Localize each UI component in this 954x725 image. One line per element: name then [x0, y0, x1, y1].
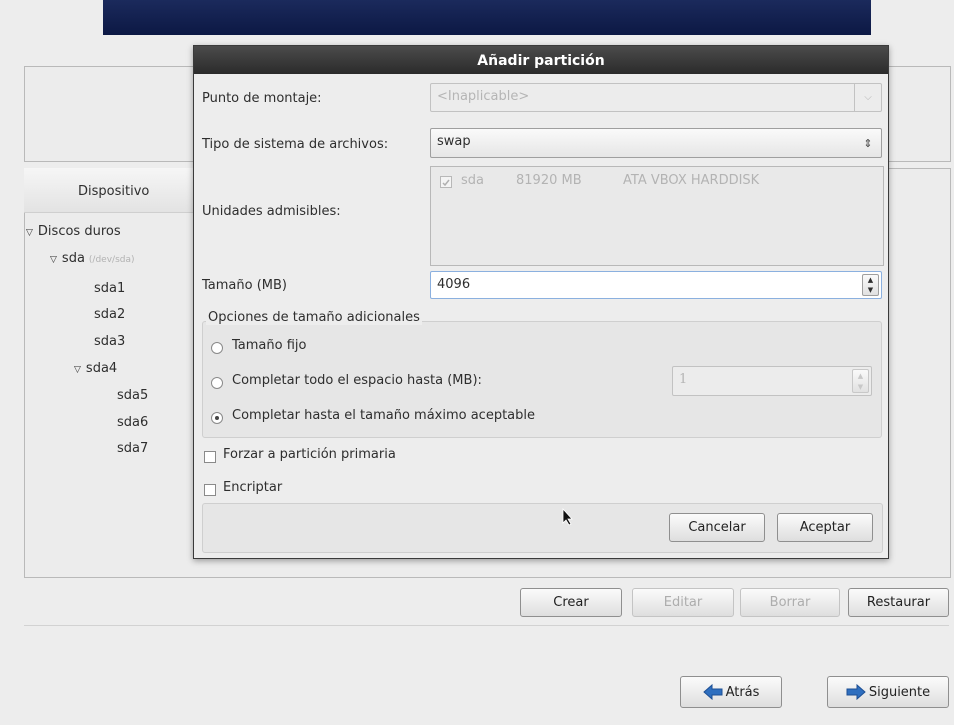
drives-list[interactable]: sda 81920 MB ATA VBOX HARDDISK — [430, 166, 884, 266]
next-button[interactable]: Siguiente — [827, 676, 949, 708]
add-partition-dialog: Añadir partición Punto de montaje: <Inap… — [193, 45, 889, 559]
size-input[interactable]: 4096 ▲ ▼ — [430, 271, 882, 299]
tree-item-sda3[interactable]: sda3 — [94, 334, 125, 349]
accept-button[interactable]: Aceptar — [777, 513, 873, 542]
drive-model: ATA VBOX HARDDISK — [623, 173, 760, 188]
size-options-legend: Opciones de tamaño adicionales — [206, 310, 422, 325]
tree-item-sda6[interactable]: sda6 — [117, 415, 148, 430]
drives-label: Unidades admisibles: — [202, 204, 341, 219]
delete-button[interactable]: Borrar — [740, 588, 840, 617]
arrow-left-icon — [702, 684, 723, 700]
drive-checkbox[interactable] — [440, 176, 452, 188]
arrow-right-icon — [846, 684, 866, 700]
tree-item-hard-drives[interactable]: ▽ Discos duros — [26, 224, 121, 239]
device-path: (/dev/sda) — [88, 255, 135, 265]
installer-banner — [103, 0, 871, 35]
size-value: 4096 — [437, 277, 471, 292]
tree-item-label: sda6 — [117, 415, 149, 430]
fill-up-to-input[interactable]: 1 ▲ ▼ — [672, 366, 872, 396]
cancel-label: Cancelar — [688, 520, 746, 535]
edit-button[interactable]: Editar — [632, 588, 734, 617]
size-label: Tamaño (MB) — [202, 278, 287, 293]
accept-label: Aceptar — [799, 520, 851, 535]
up-down-arrows-icon: ⇕ — [863, 136, 873, 150]
create-button[interactable]: Crear — [520, 588, 622, 617]
encrypt-checkbox[interactable] — [204, 484, 216, 496]
fs-type-label: Tipo de sistema de archivos: — [202, 137, 389, 152]
next-label: Siguiente — [868, 684, 931, 700]
tree-item-sda2[interactable]: sda2 — [94, 307, 125, 322]
create-label: Crear — [553, 595, 589, 610]
dialog-title: Añadir partición — [194, 46, 888, 74]
tree-item-label: Discos duros — [37, 224, 121, 239]
encrypt-label: Encriptar — [223, 480, 283, 495]
max-size-label: Completar hasta el tamaño máximo aceptab… — [232, 408, 536, 423]
mount-point-value: <Inaplicable> — [437, 89, 530, 104]
tree-item-label: sda4 — [85, 361, 118, 376]
mount-point-label: Punto de montaje: — [202, 91, 322, 106]
spin-up-icon[interactable]: ▲ — [858, 372, 863, 380]
force-primary-checkbox[interactable] — [204, 451, 216, 463]
back-button[interactable]: Atrás — [680, 676, 782, 708]
max-size-radio[interactable] — [211, 412, 223, 424]
delete-label: Borrar — [769, 595, 811, 610]
tree-item-sda1[interactable]: sda1 — [94, 281, 125, 296]
checkmark-icon — [442, 179, 450, 187]
tree-item-label: sda — [61, 251, 85, 266]
divider — [24, 625, 949, 626]
tree-item-label: sda5 — [117, 388, 149, 403]
reset-label: Restaurar — [866, 595, 931, 610]
size-spinner[interactable]: ▲ ▼ — [862, 274, 879, 296]
spin-down-icon[interactable]: ▼ — [858, 383, 863, 391]
cancel-button[interactable]: Cancelar — [669, 513, 765, 542]
fill-up-to-radio[interactable] — [211, 377, 223, 389]
fs-type-value: swap — [437, 134, 471, 149]
tree-item-label: sda1 — [94, 281, 126, 296]
edit-label: Editar — [663, 595, 703, 610]
force-primary-label: Forzar a partición primaria — [223, 447, 396, 462]
mouse-cursor-icon — [562, 508, 573, 526]
mount-point-combo[interactable]: <Inaplicable> ⌵ — [430, 83, 882, 112]
spin-up-icon[interactable]: ▲ — [868, 276, 873, 284]
fill-up-to-label: Completar todo el espacio hasta (MB): — [232, 373, 482, 388]
expander-down-icon[interactable]: ▽ — [26, 228, 33, 238]
device-column-label: Dispositivo — [78, 184, 150, 199]
tree-item-sda5[interactable]: sda5 — [117, 388, 148, 403]
tree-item-sda[interactable]: ▽ sda (/dev/sda) — [50, 251, 135, 266]
tree-item-label: sda2 — [94, 307, 126, 322]
expander-down-icon[interactable]: ▽ — [74, 365, 81, 375]
fixed-size-label: Tamaño fijo — [232, 338, 307, 353]
expander-down-icon[interactable]: ▽ — [50, 255, 57, 265]
reset-button[interactable]: Restaurar — [848, 588, 949, 617]
tree-item-label: sda3 — [94, 334, 126, 349]
spin-down-icon[interactable]: ▼ — [868, 286, 873, 294]
tree-item-label: sda7 — [117, 441, 149, 456]
chevron-down-icon: ⌵ — [854, 84, 881, 111]
drive-size: 81920 MB — [516, 173, 582, 188]
fill-up-to-spinner[interactable]: ▲ ▼ — [852, 369, 869, 393]
fill-up-to-value: 1 — [679, 372, 688, 387]
fixed-size-radio[interactable] — [211, 342, 223, 354]
tree-item-sda7[interactable]: sda7 — [117, 441, 148, 456]
drive-name: sda — [461, 173, 484, 188]
fs-type-combo[interactable]: swap ⇕ — [430, 128, 882, 158]
back-label: Atrás — [725, 684, 760, 700]
device-column-header[interactable]: Dispositivo — [24, 168, 195, 213]
tree-item-sda4[interactable]: ▽ sda4 — [74, 361, 117, 376]
